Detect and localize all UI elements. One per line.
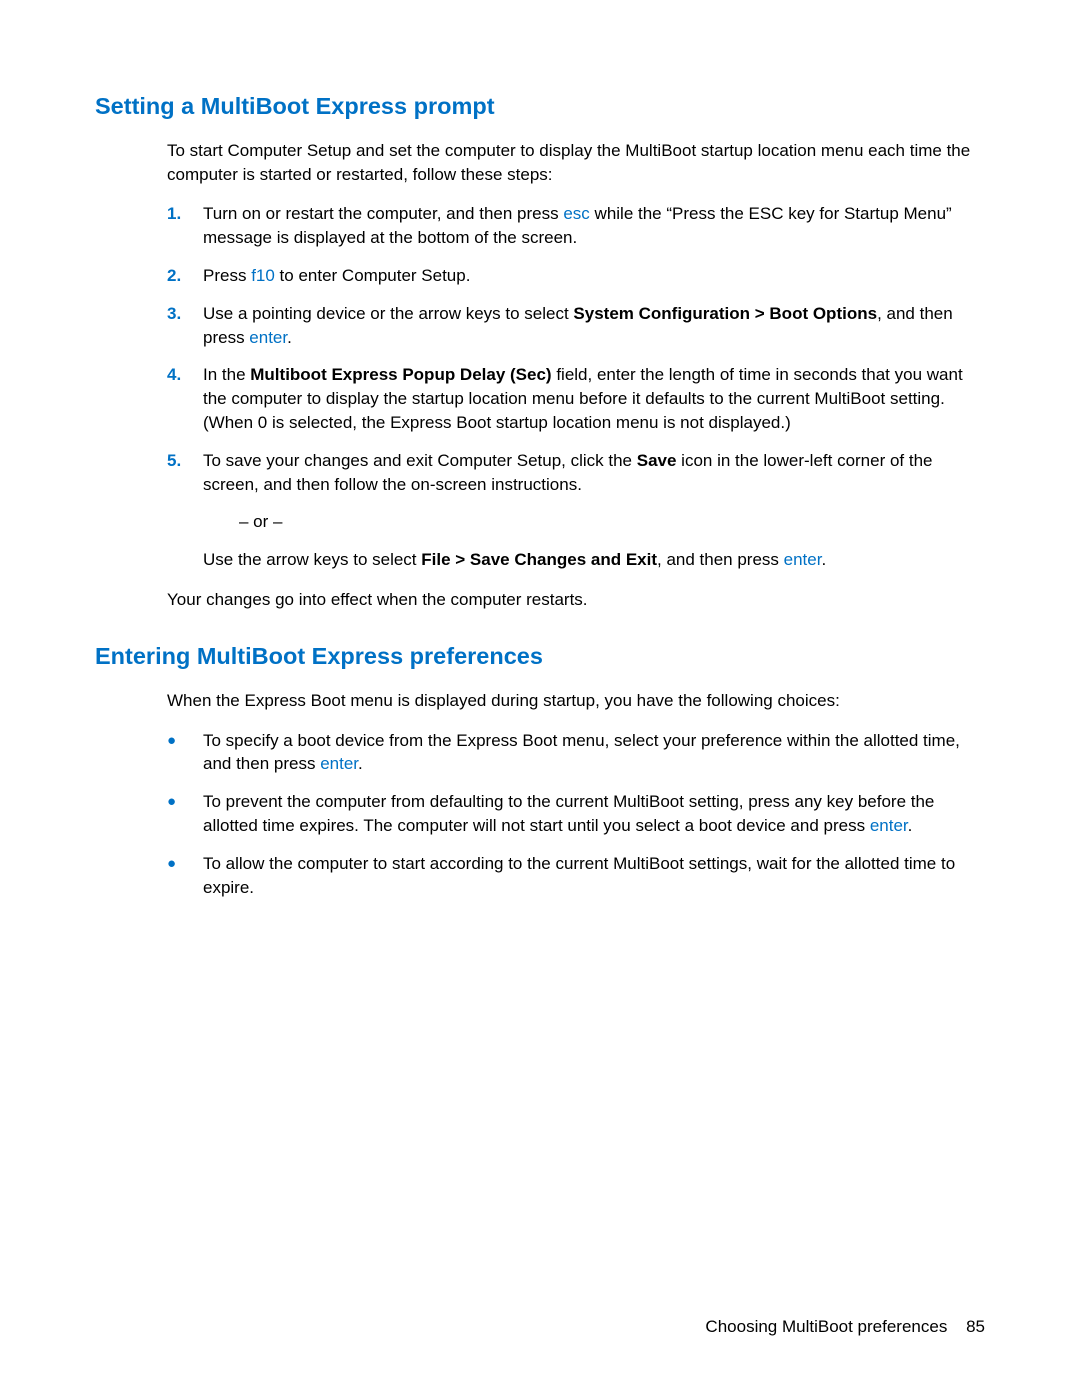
save-icon-bold: Save	[637, 451, 677, 470]
enter-key: enter	[320, 754, 358, 773]
footer-text: Choosing MultiBoot preferences	[705, 1317, 947, 1336]
steps-list: 1. Turn on or restart the computer, and …	[167, 202, 985, 572]
page-footer: Choosing MultiBoot preferences 85	[705, 1315, 985, 1339]
menu-path-bold: System Configuration > Boot Options	[573, 304, 877, 323]
step-number: 3.	[167, 302, 203, 326]
step-number: 4.	[167, 363, 203, 387]
choice-text: To prevent the computer from defaulting …	[203, 790, 985, 838]
step-5-alt: Use the arrow keys to select File > Save…	[203, 548, 985, 572]
choice-1: ● To specify a boot device from the Expr…	[167, 729, 985, 777]
step-text: Press f10 to enter Computer Setup.	[203, 264, 985, 288]
step-1: 1. Turn on or restart the computer, and …	[167, 202, 985, 250]
step-text: Turn on or restart the computer, and the…	[203, 202, 985, 250]
menu-path-bold: File > Save Changes and Exit	[421, 550, 657, 569]
choice-text: To allow the computer to start according…	[203, 852, 985, 900]
step-5: 5. To save your changes and exit Compute…	[167, 449, 985, 572]
or-separator: – or –	[239, 510, 985, 534]
choice-3: ● To allow the computer to start accordi…	[167, 852, 985, 900]
bullet-icon: ●	[167, 852, 203, 876]
page-number: 85	[966, 1317, 985, 1336]
choices-list: ● To specify a boot device from the Expr…	[167, 729, 985, 900]
step-3: 3. Use a pointing device or the arrow ke…	[167, 302, 985, 350]
step-number: 1.	[167, 202, 203, 226]
step-text: In the Multiboot Express Popup Delay (Se…	[203, 363, 985, 434]
step-number: 5.	[167, 449, 203, 473]
section-heading-2: Entering MultiBoot Express preferences	[95, 640, 985, 673]
enter-key: enter	[249, 328, 287, 347]
step-number: 2.	[167, 264, 203, 288]
enter-key: enter	[784, 550, 822, 569]
choice-2: ● To prevent the computer from defaultin…	[167, 790, 985, 838]
esc-key: esc	[563, 204, 589, 223]
step-text: To save your changes and exit Computer S…	[203, 449, 985, 572]
enter-key: enter	[870, 816, 908, 835]
section1-intro: To start Computer Setup and set the comp…	[167, 139, 985, 187]
step-2: 2. Press f10 to enter Computer Setup.	[167, 264, 985, 288]
step-text: Use a pointing device or the arrow keys …	[203, 302, 985, 350]
bullet-icon: ●	[167, 729, 203, 753]
section1-closing: Your changes go into effect when the com…	[167, 588, 985, 612]
section2-intro: When the Express Boot menu is displayed …	[167, 689, 985, 713]
bullet-icon: ●	[167, 790, 203, 814]
choice-text: To specify a boot device from the Expres…	[203, 729, 985, 777]
field-name-bold: Multiboot Express Popup Delay (Sec)	[250, 365, 551, 384]
f10-key: f10	[251, 266, 275, 285]
section-heading-1: Setting a MultiBoot Express prompt	[95, 90, 985, 123]
step-4: 4. In the Multiboot Express Popup Delay …	[167, 363, 985, 434]
